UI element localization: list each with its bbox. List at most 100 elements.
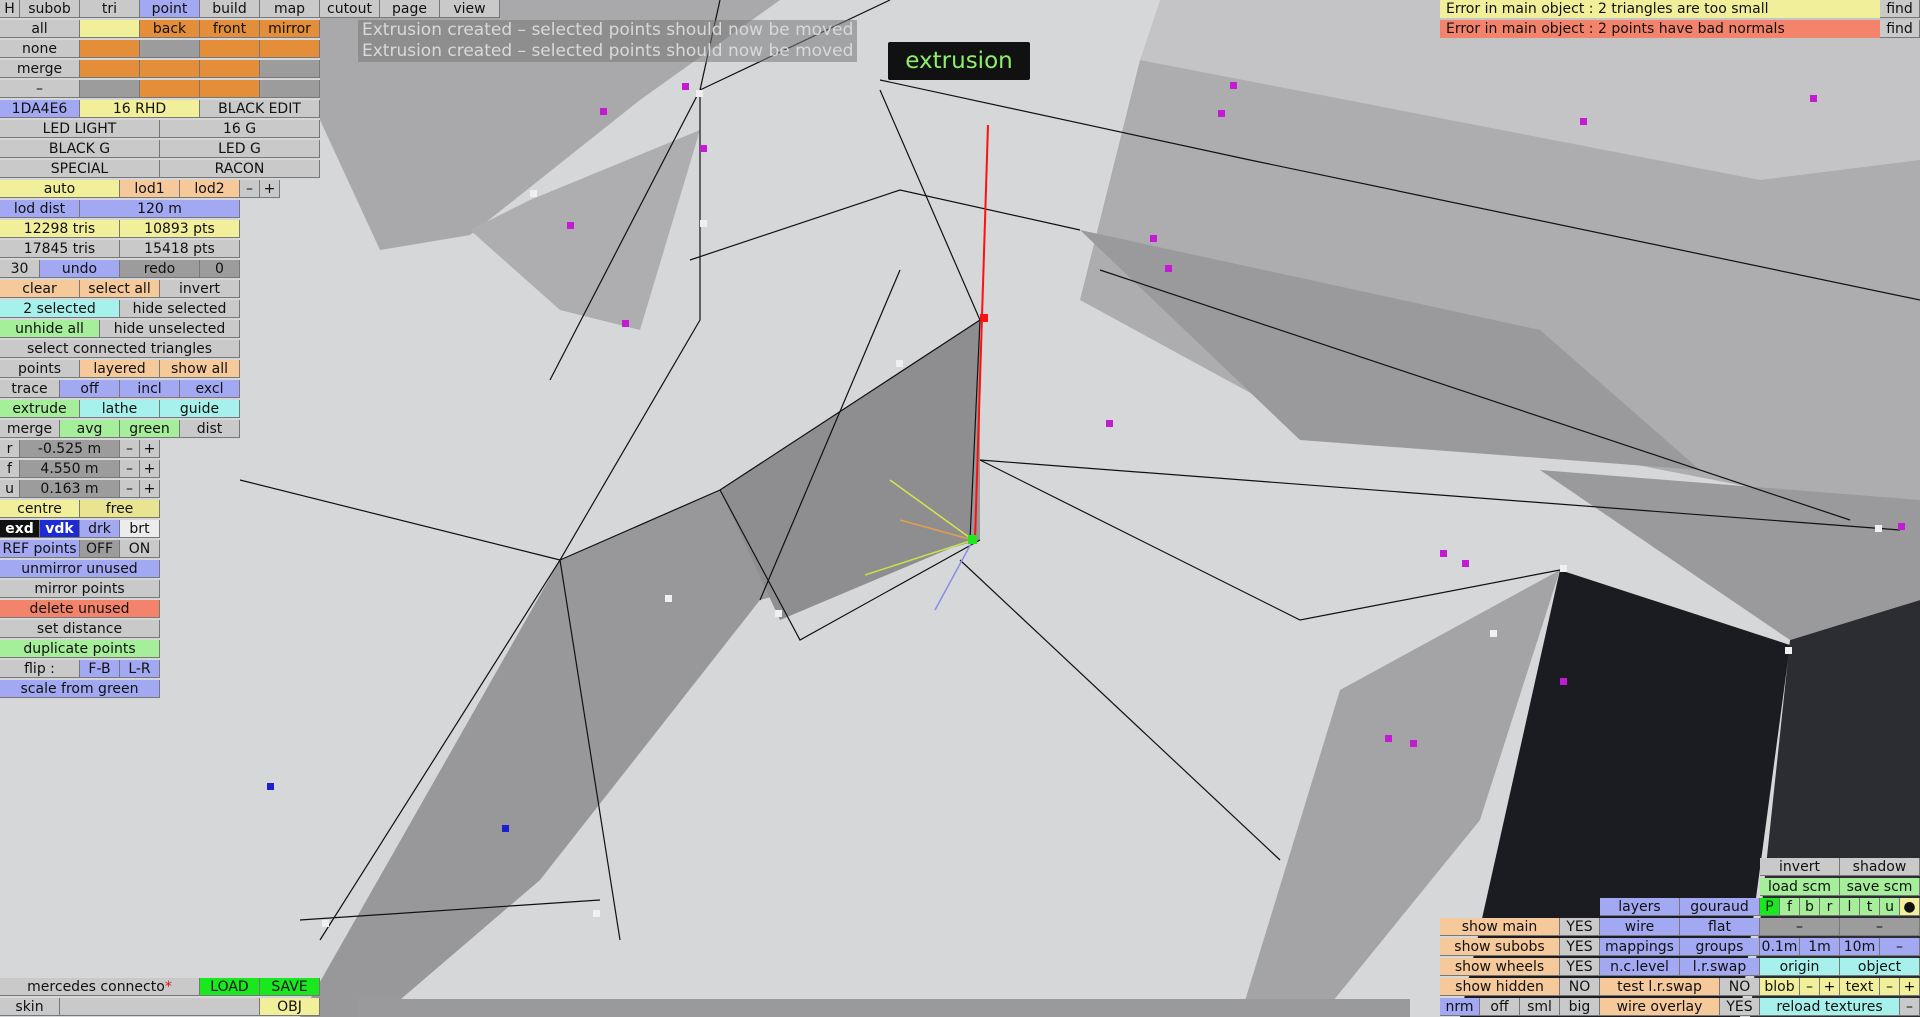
- centre-button[interactable]: centre: [0, 500, 80, 518]
- material-led-g[interactable]: LED G: [160, 140, 320, 158]
- show-hidden-toggle[interactable]: show hidden: [1440, 978, 1560, 996]
- duplicate-points-button[interactable]: duplicate points: [0, 640, 160, 658]
- nrm-sml-button[interactable]: sml: [1520, 998, 1560, 1016]
- coord-u-plus[interactable]: +: [140, 480, 160, 498]
- layered-button[interactable]: layered: [80, 360, 160, 378]
- lod-plus-button[interactable]: +: [260, 180, 280, 198]
- view-f-button[interactable]: f: [1780, 898, 1800, 916]
- step-minus-1[interactable]: –: [1760, 918, 1840, 936]
- swatch-none-2[interactable]: [140, 40, 200, 58]
- step-1m-button[interactable]: 1m: [1800, 938, 1840, 956]
- step-0-1m-button[interactable]: 0.1m: [1760, 938, 1800, 956]
- nrm-button[interactable]: nrm: [1440, 998, 1480, 1016]
- mappings-button[interactable]: mappings: [1600, 938, 1680, 956]
- obj-button[interactable]: OBJ: [260, 998, 320, 1016]
- show-hidden-value[interactable]: NO: [1560, 978, 1600, 996]
- delete-unused-button[interactable]: delete unused: [0, 600, 160, 618]
- tab-point[interactable]: point: [140, 0, 200, 18]
- view-dot-button[interactable]: ●: [1900, 898, 1920, 916]
- guide-button[interactable]: guide: [160, 400, 240, 418]
- lr-swap-button[interactable]: l.r.swap: [1680, 958, 1760, 976]
- view-r-button[interactable]: r: [1820, 898, 1840, 916]
- flat-button[interactable]: flat: [1680, 918, 1760, 936]
- coord-r-plus[interactable]: +: [140, 440, 160, 458]
- mirror-button[interactable]: mirror: [260, 20, 320, 38]
- trace-incl-button[interactable]: incl: [120, 380, 180, 398]
- nrm-off-button[interactable]: off: [1480, 998, 1520, 1016]
- material-rhd[interactable]: 16 RHD: [80, 100, 200, 118]
- text-minus-button[interactable]: –: [1880, 978, 1900, 996]
- tab-map[interactable]: map: [260, 0, 320, 18]
- view-brt-button[interactable]: brt: [120, 520, 160, 538]
- merge-green-button[interactable]: green: [120, 420, 180, 438]
- swatch-dash-3[interactable]: [200, 80, 260, 98]
- text-plus-button[interactable]: +: [1900, 978, 1920, 996]
- tab-build[interactable]: build: [200, 0, 260, 18]
- show-subobs-value[interactable]: YES: [1560, 938, 1600, 956]
- all-button[interactable]: all: [0, 20, 80, 38]
- front-button[interactable]: front: [200, 20, 260, 38]
- groups-button[interactable]: groups: [1680, 938, 1760, 956]
- color-code[interactable]: 1DA4E6: [0, 100, 80, 118]
- coord-f-minus[interactable]: –: [120, 460, 140, 478]
- nc-level-button[interactable]: n.c.level: [1600, 958, 1680, 976]
- swatch-merge-4[interactable]: [260, 60, 320, 78]
- object-button[interactable]: object: [1840, 958, 1920, 976]
- merge-button[interactable]: merge: [0, 420, 60, 438]
- show-main-value[interactable]: YES: [1560, 918, 1600, 936]
- material-black-g[interactable]: BLACK G: [0, 140, 160, 158]
- unhide-all-button[interactable]: unhide all: [0, 320, 100, 338]
- color-swatch[interactable]: [80, 20, 140, 38]
- swatch-none-3[interactable]: [200, 40, 260, 58]
- skin-field[interactable]: [60, 998, 260, 1016]
- reload-minus-button[interactable]: –: [1900, 998, 1920, 1016]
- redo-button[interactable]: redo: [120, 260, 200, 278]
- tab-tri[interactable]: tri: [80, 0, 140, 18]
- hide-selected-button[interactable]: hide selected: [120, 300, 240, 318]
- merge-avg-button[interactable]: avg: [60, 420, 120, 438]
- blob-plus-button[interactable]: +: [1820, 978, 1840, 996]
- show-wheels-toggle[interactable]: show wheels: [1440, 958, 1560, 976]
- coord-r-value[interactable]: -0.525 m: [20, 440, 120, 458]
- trace-excl-button[interactable]: excl: [180, 380, 240, 398]
- material-racon[interactable]: RACON: [160, 160, 320, 178]
- text-button[interactable]: text: [1840, 978, 1880, 996]
- mirror-points-button[interactable]: mirror points: [0, 580, 160, 598]
- show-main-toggle[interactable]: show main: [1440, 918, 1560, 936]
- scale-from-green-button[interactable]: scale from green: [0, 680, 160, 698]
- test-lr-swap-button[interactable]: test l.r.swap: [1600, 978, 1720, 996]
- unmirror-unused-button[interactable]: unmirror unused: [0, 560, 160, 578]
- coord-u-minus[interactable]: –: [120, 480, 140, 498]
- tab-subob[interactable]: subob: [20, 0, 80, 18]
- step-minus-2[interactable]: –: [1840, 918, 1920, 936]
- blob-button[interactable]: blob: [1760, 978, 1800, 996]
- wire-overlay-button[interactable]: wire overlay: [1600, 998, 1720, 1016]
- tab-page[interactable]: page: [380, 0, 440, 18]
- layers-button[interactable]: layers: [1600, 898, 1680, 916]
- select-all-button[interactable]: select all: [80, 280, 160, 298]
- model-name[interactable]: mercedes connecto*: [0, 978, 200, 996]
- lod-auto-button[interactable]: auto: [0, 180, 120, 198]
- lod-dist-value[interactable]: 120 m: [80, 200, 240, 218]
- shadow-button[interactable]: shadow: [1840, 858, 1920, 876]
- load-scm-button[interactable]: load scm: [1760, 878, 1840, 896]
- view-l-button[interactable]: l: [1840, 898, 1860, 916]
- reload-textures-button[interactable]: reload textures: [1760, 998, 1900, 1016]
- tab-view[interactable]: view: [440, 0, 500, 18]
- swatch-dash-2[interactable]: [140, 80, 200, 98]
- swatch-merge-2[interactable]: [140, 60, 200, 78]
- swatch-dash-4[interactable]: [260, 80, 320, 98]
- tab-help[interactable]: H: [0, 0, 20, 18]
- wire-button[interactable]: wire: [1600, 918, 1680, 936]
- error-find-button[interactable]: find: [1880, 20, 1920, 38]
- free-button[interactable]: free: [80, 500, 160, 518]
- swatch-merge-3[interactable]: [200, 60, 260, 78]
- blob-minus-button[interactable]: –: [1800, 978, 1820, 996]
- view-u-button[interactable]: u: [1880, 898, 1900, 916]
- tab-cutout[interactable]: cutout: [320, 0, 380, 18]
- show-subobs-toggle[interactable]: show subobs: [1440, 938, 1560, 956]
- swatch-merge-1[interactable]: [80, 60, 140, 78]
- save-button[interactable]: SAVE: [260, 978, 320, 996]
- trace-off-button[interactable]: off: [60, 380, 120, 398]
- points-button[interactable]: points: [0, 360, 80, 378]
